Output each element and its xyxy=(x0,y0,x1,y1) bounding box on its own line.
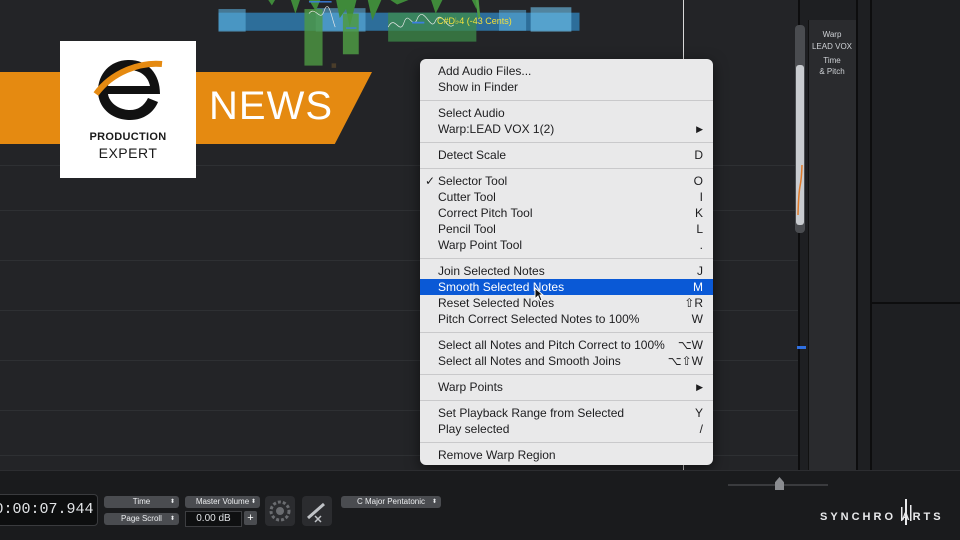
menu-item-remove-warp-region[interactable]: Remove Warp Region xyxy=(420,447,713,463)
menu-separator xyxy=(420,258,713,259)
warp-tool-button[interactable] xyxy=(302,496,332,526)
menu-item-pitch-correct-selected[interactable]: Pitch Correct Selected Notes to 100% W xyxy=(420,311,713,327)
menu-separator xyxy=(420,374,713,375)
menu-item-select-all-pitch-correct[interactable]: Select all Notes and Pitch Correct to 10… xyxy=(420,337,713,353)
menu-item-select-audio[interactable]: Select Audio xyxy=(420,105,713,121)
scroll-mode-select[interactable]: Page Scroll ⬍ xyxy=(104,513,179,525)
menu-separator xyxy=(420,332,713,333)
menu-item-warp-points[interactable]: Warp Points ▶ xyxy=(420,379,713,395)
menu-item-add-audio-files[interactable]: Add Audio Files... xyxy=(420,63,713,79)
warp-track-name: LEAD VOX xyxy=(811,42,852,51)
menu-item-smooth-selected-notes[interactable]: Smooth Selected Notes M xyxy=(420,279,713,295)
warp-tool-icon xyxy=(307,502,325,523)
menu-item-reset-selected-notes[interactable]: Reset Selected Notes ⇧R xyxy=(420,295,713,311)
note-blob xyxy=(331,63,337,68)
menu-separator xyxy=(420,400,713,401)
note-blob[interactable] xyxy=(342,13,359,55)
panel-divider xyxy=(870,0,872,470)
logo-text-line1: PRODUCTION xyxy=(89,131,167,143)
warp-mode-line2: & Pitch xyxy=(819,67,845,76)
submenu-arrow-icon: ▶ xyxy=(696,124,703,134)
waveform-segment xyxy=(218,9,246,32)
logo-text-line2: EXPERT xyxy=(98,145,158,161)
menu-item-correct-pitch-tool[interactable]: Correct Pitch Tool K xyxy=(420,205,713,221)
menu-item-detect-scale[interactable]: Detect Scale D xyxy=(420,147,713,163)
timecode-display[interactable]: 0:00:07.944 xyxy=(0,494,98,526)
synchro-arts-mark-icon xyxy=(901,499,912,525)
select-arrows-icon: ⬍ xyxy=(169,499,175,505)
menu-item-join-selected-notes[interactable]: Join Selected Notes J xyxy=(420,263,713,279)
context-menu: Add Audio Files... Show in Finder Select… xyxy=(420,59,713,465)
pitch-readout: C#D♭4 (-43 Cents) xyxy=(437,16,512,26)
master-volume-label: Master Volume ⬍ xyxy=(185,496,260,508)
submenu-arrow-icon: ▶ xyxy=(696,382,703,392)
master-volume-input[interactable]: 0.00 dB xyxy=(185,511,242,527)
menu-separator xyxy=(420,168,713,169)
production-expert-e-logo-icon xyxy=(93,60,163,120)
select-arrows-icon: ⬍ xyxy=(250,499,256,505)
vertical-scrollbar[interactable] xyxy=(793,25,809,235)
note-blob[interactable] xyxy=(304,9,323,66)
select-arrows-icon: ⬍ xyxy=(431,499,437,505)
volume-increase-button[interactable]: + xyxy=(244,511,257,525)
menu-item-pencil-tool[interactable]: Pencil Tool L xyxy=(420,221,713,237)
app-window: C#D♭4 (-43 Cents) Warp LEAD VOX Time & P… xyxy=(0,0,960,540)
pointer-cursor-icon xyxy=(534,287,544,302)
news-title: NEWS xyxy=(209,84,333,128)
menu-item-selector-tool[interactable]: ✓ Selector Tool O xyxy=(420,173,713,189)
panel-divider xyxy=(872,302,960,304)
menu-item-cutter-tool[interactable]: Cutter Tool I xyxy=(420,189,713,205)
time-format-select[interactable]: Time ⬍ xyxy=(104,496,179,508)
menu-item-show-in-finder[interactable]: Show in Finder xyxy=(420,79,713,95)
level-marker xyxy=(797,346,806,349)
menu-item-warp-lead-vox[interactable]: Warp:LEAD VOX 1(2) ▶ xyxy=(420,121,713,137)
menu-separator xyxy=(420,142,713,143)
warp-track-header[interactable] xyxy=(808,20,857,472)
menu-item-warp-point-tool[interactable]: Warp Point Tool. xyxy=(420,237,713,253)
warp-label: Warp xyxy=(822,30,842,39)
gear-icon xyxy=(269,500,291,522)
panel-divider xyxy=(856,0,858,470)
menu-item-set-playback-range[interactable]: Set Playback Range from Selected Y xyxy=(420,405,713,421)
menu-separator xyxy=(420,442,713,443)
checkmark-icon: ✓ xyxy=(425,174,436,188)
waveform-segment xyxy=(530,7,572,32)
settings-button[interactable] xyxy=(265,496,295,526)
brand-logo-text: SYNCHRO ARTS xyxy=(820,511,944,523)
menu-item-play-selected[interactable]: Play selected / xyxy=(420,421,713,437)
menu-item-select-all-smooth-joins[interactable]: Select all Notes and Smooth Joins ⌥⇧W xyxy=(420,353,713,369)
select-arrows-icon: ⬍ xyxy=(169,516,175,522)
menu-separator xyxy=(420,100,713,101)
scale-select[interactable]: C Major Pentatonic ⬍ xyxy=(341,496,441,508)
